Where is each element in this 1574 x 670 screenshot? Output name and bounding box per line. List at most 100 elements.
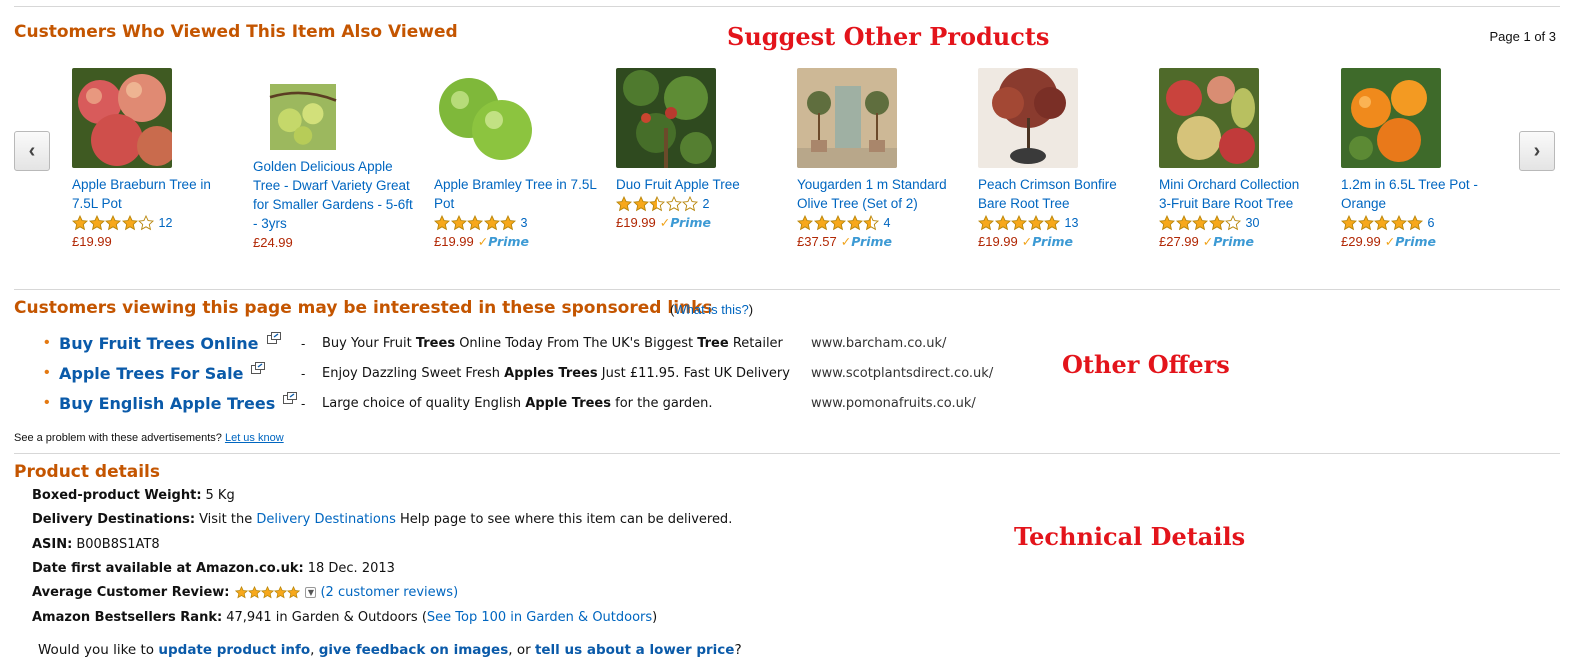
average-review-stars[interactable]: [235, 586, 301, 599]
review-count-link[interactable]: 12: [159, 216, 173, 230]
product-title-link[interactable]: Mini Orchard Collection 3-Fruit Bare Root…: [1159, 175, 1324, 213]
star-icon: [1159, 214, 1175, 230]
star-icon: [994, 214, 1011, 230]
product-title-link[interactable]: 1.2m in 6.5L Tree Pot - Orange: [1341, 175, 1506, 213]
section-divider: [14, 289, 1560, 290]
star-icon: [235, 586, 249, 599]
product-title-link[interactable]: Duo Fruit Apple Tree: [616, 175, 781, 194]
product-card[interactable]: Duo Fruit Apple Tree 2 £19.99 ✓Prime: [616, 68, 781, 232]
price: £24.99: [253, 235, 293, 250]
star-icon: [248, 586, 262, 599]
star-icon: [1357, 214, 1374, 230]
update-product-info-link[interactable]: update product info: [158, 642, 310, 658]
product-image-golden-delicious[interactable]: [253, 84, 353, 150]
customer-reviews-link[interactable]: (2 customer reviews): [320, 585, 458, 600]
review-count-link[interactable]: 13: [1065, 216, 1079, 230]
product-image-mini-orchard[interactable]: [1159, 68, 1259, 168]
star-icon: [813, 214, 830, 230]
rating-row: 3: [434, 213, 599, 232]
star-rating[interactable]: [434, 214, 517, 231]
star-icon: [1374, 214, 1390, 230]
review-count-link[interactable]: 6: [1428, 216, 1435, 230]
see-top-100-link[interactable]: See Top 100 in Garden & Outdoors: [427, 610, 652, 625]
prime-badge: ✓Prime: [477, 234, 529, 249]
rating-row: 13: [978, 213, 1143, 232]
delivery-destinations-link[interactable]: Delivery Destinations: [256, 512, 395, 527]
product-card[interactable]: 1.2m in 6.5L Tree Pot - Orange 6 £29.99 ✓…: [1341, 68, 1506, 251]
price: £19.99: [72, 234, 112, 249]
annotation-other-offers: Other Offers: [1062, 350, 1230, 379]
star-icon: [830, 214, 846, 230]
let-us-know-link[interactable]: Let us know: [225, 432, 284, 444]
sponsored-link[interactable]: Buy English Apple Trees: [59, 394, 275, 413]
product-title-link[interactable]: Golden Delicious Apple Tree - Dwarf Varie…: [253, 157, 418, 233]
star-icon: [287, 586, 301, 599]
carousel-prev-button[interactable]: ‹: [14, 131, 50, 171]
carousel-next-button[interactable]: ›: [1519, 131, 1555, 171]
product-image-orange-tree[interactable]: [1341, 68, 1441, 168]
sponsored-link[interactable]: Buy Fruit Trees Online: [59, 334, 259, 353]
star-icon: [682, 195, 698, 211]
star-rating[interactable]: [72, 214, 155, 231]
sponsored-link-url: www.scotplantsdirect.co.uk/: [811, 365, 994, 381]
give-feedback-on-images-link[interactable]: give feedback on images: [319, 642, 509, 658]
external-link-icon[interactable]: [266, 332, 281, 344]
review-count-link[interactable]: 4: [884, 216, 891, 230]
external-link-icon[interactable]: [251, 362, 266, 374]
product-image-apple-braeburn[interactable]: [72, 68, 172, 168]
product-card[interactable]: Yougarden 1 m Standard Olive Tree (Set of…: [797, 68, 962, 251]
product-image-olive-trees[interactable]: [797, 68, 897, 168]
star-rating[interactable]: [1341, 214, 1424, 231]
price: £37.57: [797, 234, 837, 249]
product-card[interactable]: Apple Braeburn Tree in 7.5L Pot 12 £19.99: [72, 68, 237, 251]
product-title-link[interactable]: Peach Crimson Bonfire Bare Root Tree: [978, 175, 1143, 213]
bullet: •: [44, 394, 50, 411]
detail-weight: Boxed-product Weight: 5 Kg: [32, 488, 235, 503]
annotation-technical-details: Technical Details: [1014, 522, 1246, 551]
product-details-title: Product details: [14, 462, 160, 482]
product-image-peach-crimson[interactable]: [978, 68, 1078, 168]
product-title-link[interactable]: Apple Braeburn Tree in 7.5L Pot: [72, 175, 237, 213]
star-rating[interactable]: [797, 214, 880, 231]
also-viewed-title: Customers Who Viewed This Item Also View…: [14, 22, 458, 42]
review-count-link[interactable]: 2: [703, 197, 710, 211]
prime-badge: ✓Prime: [659, 215, 711, 230]
product-card[interactable]: Golden Delicious Apple Tree - Dwarf Varie…: [253, 68, 418, 252]
product-image-apple-bramley[interactable]: [434, 68, 534, 168]
product-image-duo-fruit[interactable]: [616, 68, 716, 168]
product-card[interactable]: Mini Orchard Collection 3-Fruit Bare Root…: [1159, 68, 1324, 251]
review-count-link[interactable]: 3: [521, 216, 528, 230]
product-card[interactable]: Apple Bramley Tree in 7.5L Pot 3 £19.99 ✓…: [434, 68, 599, 251]
lower-price-link[interactable]: tell us about a lower price: [535, 642, 735, 658]
sponsored-link-description: Enjoy Dazzling Sweet Fresh Apples Trees …: [322, 365, 790, 381]
star-icon: [450, 214, 467, 230]
star-icon: [649, 195, 665, 211]
review-count-link[interactable]: 30: [1246, 216, 1260, 230]
product-card[interactable]: Peach Crimson Bonfire Bare Root Tree 13 £…: [978, 68, 1143, 251]
product-title-link[interactable]: Yougarden 1 m Standard Olive Tree (Set of…: [797, 175, 962, 213]
star-rating[interactable]: [978, 214, 1061, 231]
product-title-link[interactable]: Apple Bramley Tree in 7.5L Pot: [434, 175, 599, 213]
detail-average-review: Average Customer Review: ▼ (2 customer r…: [32, 585, 459, 600]
external-link-icon[interactable]: [283, 392, 298, 404]
detail-bestsellers-rank: Amazon Bestsellers Rank: 47,941 in Garden…: [32, 610, 658, 625]
price: £19.99: [434, 234, 474, 249]
star-rating[interactable]: [1159, 214, 1242, 231]
star-icon: [467, 214, 483, 230]
star-icon: [483, 214, 500, 230]
bullet: •: [44, 364, 50, 381]
sponsored-link[interactable]: Apple Trees For Sale: [59, 364, 243, 383]
sponsored-link-row: • Buy English Apple Trees - Large choice…: [44, 390, 1044, 416]
annotation-suggest-other-products: Suggest Other Products: [727, 22, 1050, 51]
chevron-down-icon[interactable]: ▼: [305, 587, 317, 598]
rating-row: 30: [1159, 213, 1324, 232]
star-icon: [1407, 214, 1423, 230]
star-icon: [1341, 214, 1357, 230]
ad-problem-notice: See a problem with these advertisements?…: [14, 432, 284, 444]
star-icon: [88, 214, 105, 230]
star-icon: [1011, 214, 1027, 230]
star-rating[interactable]: [616, 195, 699, 212]
price: £19.99: [978, 234, 1018, 249]
star-icon: [1225, 214, 1241, 230]
what-is-this-link[interactable]: What is this?: [674, 302, 748, 317]
